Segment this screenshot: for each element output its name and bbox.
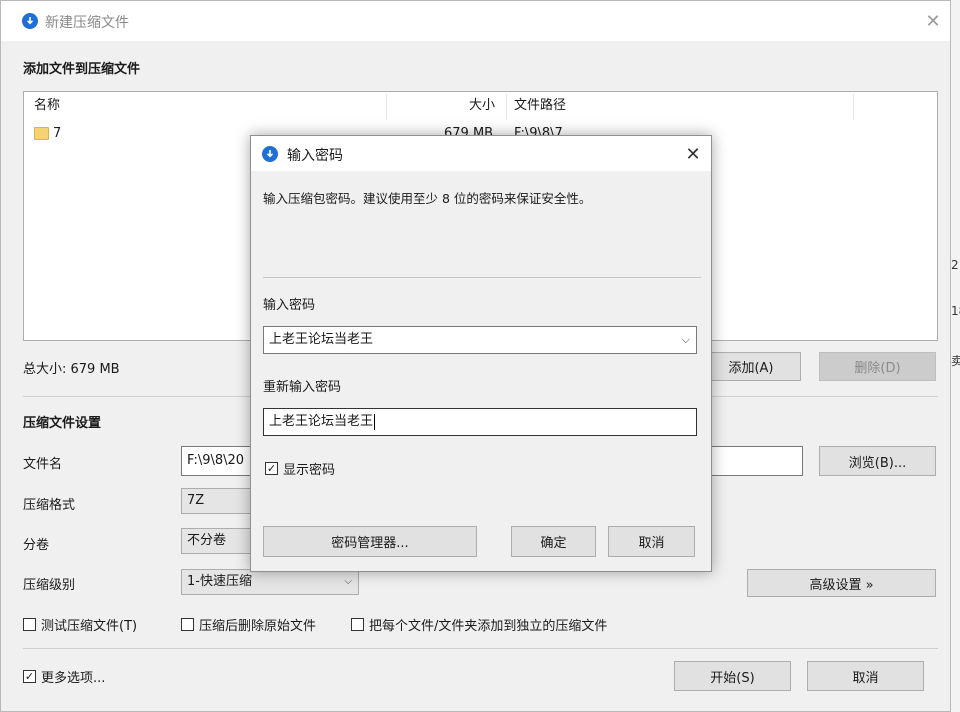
arrow-down-icon — [26, 17, 34, 25]
checkbox-icon — [23, 618, 36, 631]
split-label: 分卷 — [23, 538, 50, 553]
level-value: 1-快速压缩 — [187, 574, 252, 589]
column-separator[interactable] — [386, 94, 387, 120]
checkmark-icon: ✓ — [23, 670, 36, 683]
checkbox-icon — [181, 618, 194, 631]
column-header-path[interactable]: 文件路径 — [514, 92, 566, 120]
checkmark-icon: ✓ — [265, 462, 278, 475]
level-label: 压缩级别 — [23, 578, 76, 593]
app-logo-icon — [262, 146, 278, 162]
add-button[interactable]: 添加(A) — [701, 352, 801, 381]
delete-button[interactable]: 删除(D) — [819, 352, 936, 381]
divider — [263, 277, 701, 278]
app-logo-icon — [22, 13, 38, 29]
password-dialog: 输入密码 ✕ 输入压缩包密码。建议使用至少 8 位的密码来保证安全性。 输入密码… — [250, 135, 712, 572]
password-label: 输入密码 — [263, 298, 316, 313]
filename-label: 文件名 — [23, 457, 63, 472]
checkbox-label: 显示密码 — [283, 463, 336, 478]
password-input[interactable]: 上老王论坛当老王 ⌵ — [263, 326, 697, 354]
checkbox-label: 更多选项... — [41, 671, 106, 686]
separate-archives-checkbox[interactable]: 把每个文件/文件夹添加到独立的压缩文件 — [351, 615, 607, 634]
confirm-password-label: 重新输入密码 — [263, 380, 342, 395]
dialog-description: 输入压缩包密码。建议使用至少 8 位的密码来保证安全性。 — [263, 191, 592, 206]
text-caret — [374, 413, 376, 430]
add-files-heading: 添加文件到压缩文件 — [23, 62, 141, 77]
advanced-settings-button[interactable]: 高级设置 » — [747, 569, 936, 597]
checkbox-icon — [351, 618, 364, 631]
column-header-size[interactable]: 大小 — [469, 92, 495, 120]
background-text: 卖 — [951, 354, 960, 368]
password-manager-button[interactable]: 密码管理器... — [263, 526, 477, 557]
format-label: 压缩格式 — [23, 498, 76, 513]
browse-button[interactable]: 浏览(B)... — [819, 446, 936, 476]
archive-settings-heading: 压缩文件设置 — [23, 416, 102, 431]
start-button[interactable]: 开始(S) — [674, 661, 791, 691]
format-value: 7Z — [187, 493, 205, 508]
close-icon[interactable]: ✕ — [917, 7, 949, 35]
split-select[interactable]: 不分卷 — [181, 528, 251, 554]
level-select[interactable]: 1-快速压缩 ⌵ — [181, 569, 359, 595]
delete-after-compress-checkbox[interactable]: 压缩后删除原始文件 — [181, 615, 316, 634]
test-archive-checkbox[interactable]: 测试压缩文件(T) — [23, 615, 137, 634]
dialog-title-bar: 输入密码 ✕ — [251, 136, 711, 171]
folder-icon — [34, 127, 49, 140]
chevron-down-icon[interactable]: ⌵ — [682, 327, 690, 353]
arrow-down-icon — [266, 150, 274, 158]
window-title: 新建压缩文件 — [45, 15, 129, 31]
title-bar: 新建压缩文件 ✕ — [1, 1, 950, 41]
divider — [23, 648, 938, 649]
checkbox-label: 把每个文件/文件夹添加到独立的压缩文件 — [369, 619, 608, 634]
confirm-password-value: 上老王论坛当老王 — [269, 414, 374, 429]
show-password-checkbox[interactable]: ✓ 显示密码 — [265, 459, 335, 478]
checkbox-label: 压缩后删除原始文件 — [199, 619, 317, 634]
background-text: 18 — [951, 304, 960, 318]
file-name: 7 — [53, 126, 62, 141]
dialog-title: 输入密码 — [287, 148, 343, 164]
total-size: 总大小: 679 MB — [23, 362, 120, 377]
column-separator[interactable] — [853, 94, 854, 120]
cancel-button[interactable]: 取消 — [807, 661, 924, 691]
background-text: 21 — [951, 258, 960, 272]
ok-button[interactable]: 确定 — [511, 526, 596, 557]
chevron-down-icon: ⌵ — [344, 576, 352, 587]
format-select[interactable]: 7Z — [181, 488, 251, 514]
more-options-checkbox[interactable]: ✓ 更多选项... — [23, 667, 105, 686]
dialog-cancel-button[interactable]: 取消 — [608, 526, 695, 557]
background-window: 21 18 卖 — [950, 0, 960, 712]
column-header-name[interactable]: 名称 — [34, 92, 60, 120]
split-value: 不分卷 — [187, 533, 227, 548]
close-icon[interactable]: ✕ — [679, 140, 707, 168]
checkbox-label: 测试压缩文件(T) — [41, 619, 138, 634]
password-value: 上老王论坛当老王 — [269, 332, 374, 347]
confirm-password-input[interactable]: 上老王论坛当老王 — [263, 408, 697, 436]
column-separator[interactable] — [506, 94, 507, 120]
